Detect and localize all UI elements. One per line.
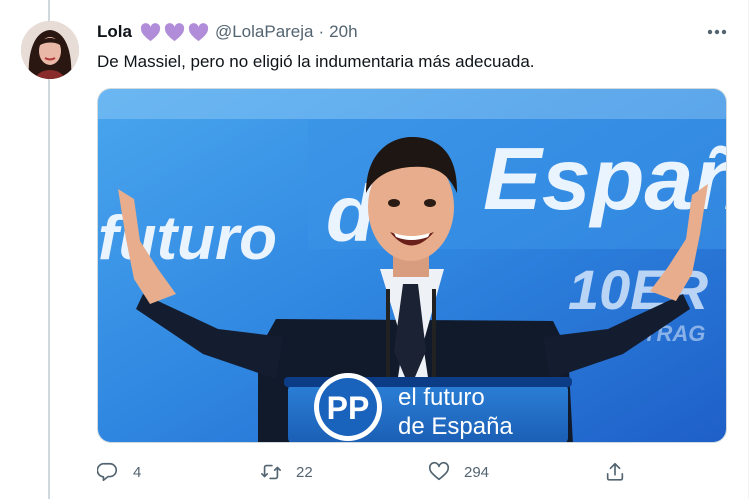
like-icon [428,461,450,483]
retweet-icon [260,461,282,483]
retweet-count: 22 [296,463,313,481]
avatar-image [21,21,79,79]
timestamp[interactable]: 20h [329,22,357,42]
tweet-actions: 4 22 294 [97,458,737,486]
more-icon [707,29,727,35]
purple-heart-icon [140,22,161,42]
share-button[interactable] [604,458,626,486]
avatar[interactable] [21,21,79,79]
reply-count: 4 [133,463,142,481]
like-button[interactable]: 294 [428,458,489,486]
tweet-header: Lola @LolaPareja · 20h [97,20,358,44]
photo-image: futuro de Españ 10ER TRAG PP el futuro d… [98,89,726,442]
more-options-button[interactable] [703,22,731,42]
timeline-border [748,0,749,499]
reply-icon [97,461,119,483]
share-icon [604,461,626,483]
tweet-photo[interactable]: futuro de Españ 10ER TRAG PP el futuro d… [97,88,727,443]
podium-logo: PP [327,390,370,426]
name-badges [140,22,209,42]
tweet-text: De Massiel, pero no eligió la indumentar… [97,52,535,71]
podium-line-1: el futuro [398,384,485,411]
like-count: 294 [464,463,490,481]
podium-line-2: de España [398,413,513,440]
retweet-button[interactable]: 22 [260,458,313,486]
reply-button[interactable]: 4 [97,458,141,486]
author-handle[interactable]: @LolaPareja [215,22,314,42]
purple-heart-icon [164,22,185,42]
author-name[interactable]: Lola [97,22,132,42]
dot-separator: · [318,22,325,41]
purple-heart-icon [188,22,209,42]
